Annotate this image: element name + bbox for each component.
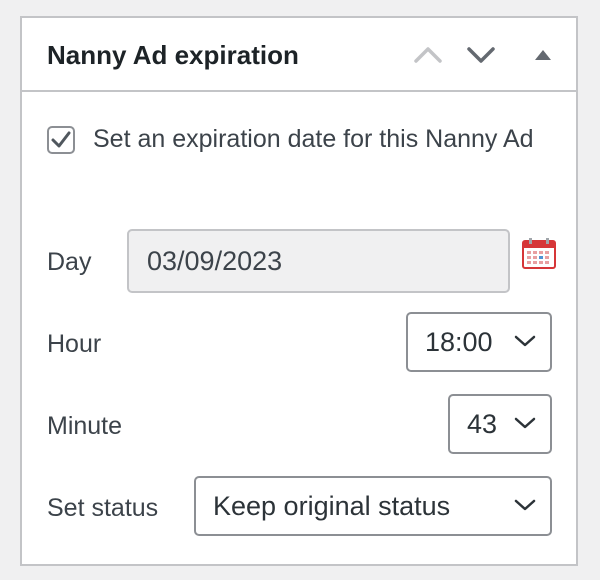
chevron-down-icon bbox=[514, 335, 536, 347]
toggle-panel-button[interactable] bbox=[520, 32, 566, 78]
checkmark-icon bbox=[51, 131, 71, 148]
status-label: Set status bbox=[47, 494, 159, 522]
expiration-metabox: Nanny Ad expiration Set an expiration da… bbox=[20, 16, 578, 566]
chevron-down-icon bbox=[514, 499, 536, 511]
chevron-down-icon bbox=[514, 417, 536, 429]
minute-select[interactable]: 43 bbox=[448, 394, 552, 454]
status-select[interactable]: Keep original status bbox=[194, 476, 552, 536]
expiration-checkbox-label[interactable]: Set an expiration date for this Nanny Ad bbox=[47, 119, 557, 159]
minute-label: Minute bbox=[47, 412, 123, 440]
triangle-up-icon bbox=[535, 50, 551, 60]
chevron-up-icon bbox=[414, 47, 442, 63]
minute-select-value: 43 bbox=[467, 409, 498, 439]
move-down-button[interactable] bbox=[458, 32, 504, 78]
day-label: Day bbox=[47, 248, 92, 276]
status-select-value: Keep original status bbox=[213, 491, 451, 521]
calendar-icon[interactable] bbox=[522, 237, 556, 269]
hour-select[interactable]: 18:00 bbox=[406, 312, 552, 372]
day-input[interactable]: 03/09/2023 bbox=[127, 229, 510, 293]
metabox-title: Nanny Ad expiration bbox=[47, 40, 299, 70]
chevron-down-icon bbox=[467, 47, 495, 63]
expiration-checkbox[interactable] bbox=[47, 126, 75, 154]
metabox-header: Nanny Ad expiration bbox=[22, 18, 576, 92]
hour-select-value: 18:00 bbox=[425, 327, 493, 357]
hour-label: Hour bbox=[47, 330, 102, 358]
move-up-button[interactable] bbox=[405, 32, 451, 78]
expiration-enable-row: Set an expiration date for this Nanny Ad bbox=[47, 125, 557, 159]
